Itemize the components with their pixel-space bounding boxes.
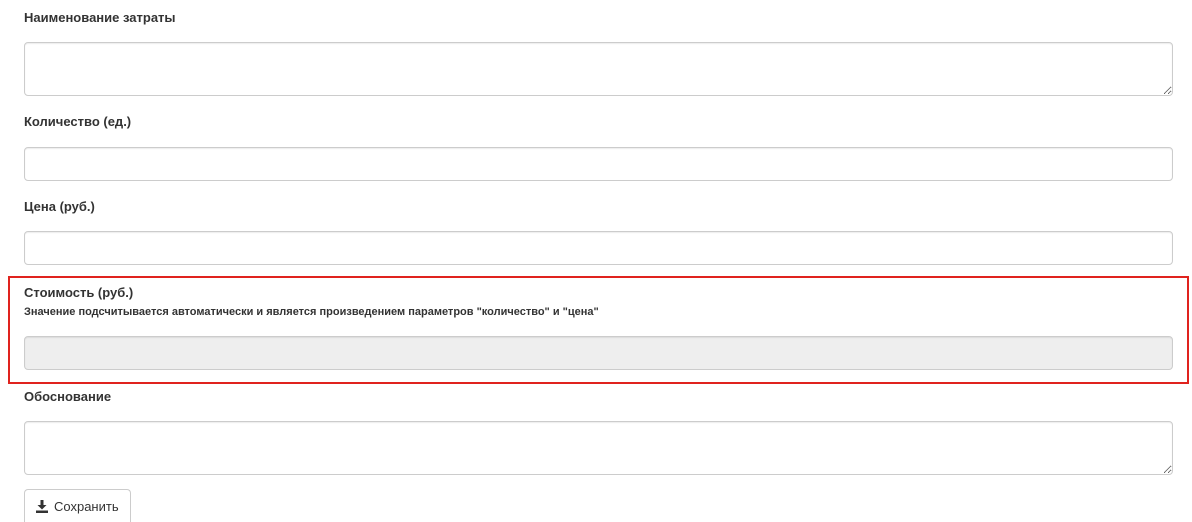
- price-input[interactable]: [24, 231, 1173, 265]
- cost-form: Наименование затраты Количество (ед.) Це…: [0, 0, 1192, 522]
- justification-label: Обоснование: [24, 389, 112, 404]
- justification-textarea[interactable]: [24, 421, 1173, 475]
- save-button[interactable]: Сохранить: [24, 489, 131, 522]
- cost-label: Стоимость (руб.): [24, 285, 134, 300]
- quantity-input[interactable]: [24, 147, 1173, 181]
- quantity-label: Количество (ед.): [24, 114, 132, 129]
- download-icon: [36, 499, 48, 513]
- cost-hint: Значение подсчитывается автоматически и …: [24, 306, 599, 318]
- expense-name-label: Наименование затраты: [24, 10, 176, 25]
- price-label: Цена (руб.): [24, 199, 95, 214]
- cost-readonly-input: [24, 336, 1173, 370]
- save-button-label: Сохранить: [54, 498, 119, 514]
- expense-name-textarea[interactable]: [24, 42, 1173, 96]
